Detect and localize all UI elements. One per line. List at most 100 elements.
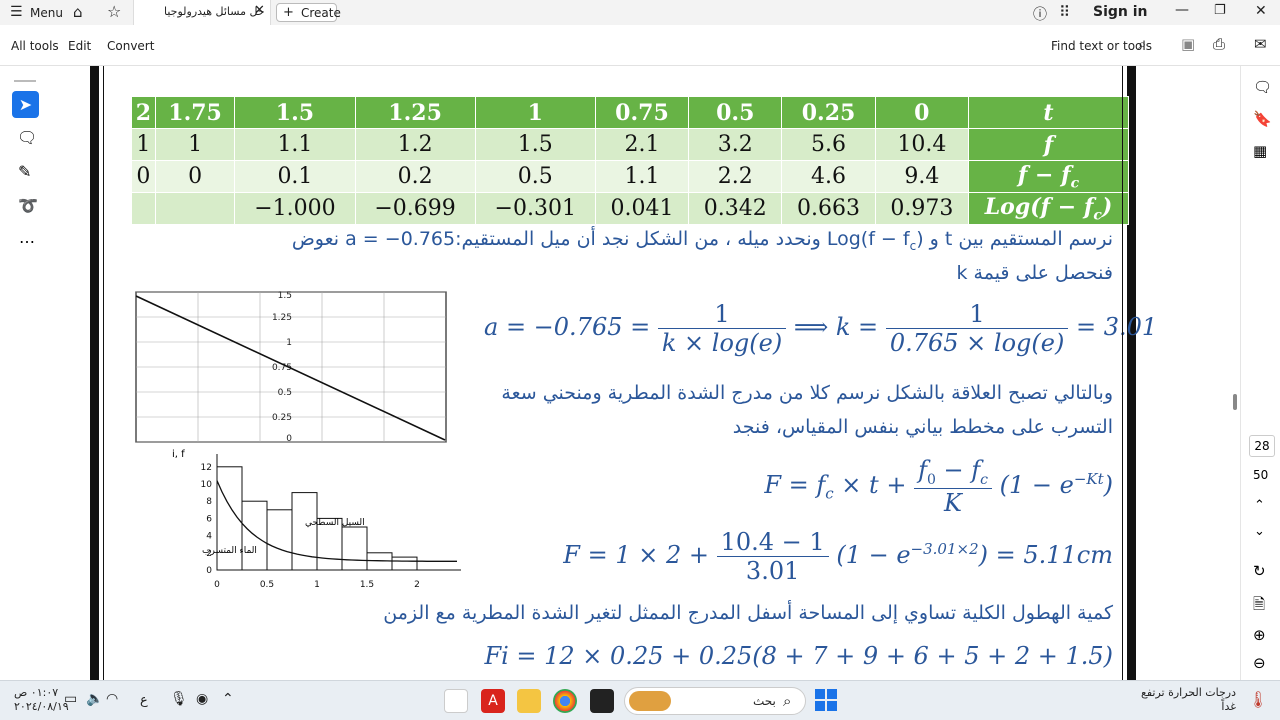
equation-total: Fi = 12 × 0.25 + 0.25(8 + 7 + 9 + 6 + 5 … <box>484 642 1113 670</box>
taskbar: ٠١:٠٧ ص ٢٠٢٤/٠٨/١٩ ▭ 🔈 ◠ ع 🎙 ◉ ⌃ A بحث ⌕… <box>0 680 1280 720</box>
y-tick-label: 0 <box>206 566 212 576</box>
y-tick-label: 1.5 <box>278 291 292 301</box>
rail-grip <box>14 80 36 82</box>
table-cell: 1.1 <box>234 128 356 161</box>
edit-menu[interactable]: Edit <box>68 39 91 53</box>
start-icon[interactable] <box>815 689 837 711</box>
x-tick-label: 0.5 <box>260 580 274 590</box>
apps-grid-icon[interactable]: ⠿ <box>1059 3 1070 21</box>
wifi-icon[interactable]: ◠ <box>106 691 118 707</box>
hamburger-icon[interactable]: ☰ <box>10 4 23 20</box>
document-tab[interactable]: حل مسائل هيدرولوجيا ✕ <box>133 0 271 25</box>
table-cell: 0.5 <box>688 96 783 129</box>
volume-icon[interactable]: 🔈 <box>86 691 103 707</box>
more-tools-icon[interactable]: … <box>19 228 35 247</box>
zoom-in-icon[interactable]: ⊕ <box>1253 626 1266 644</box>
row-header-log: Log(f − fc) <box>968 192 1129 225</box>
search-highlight-image <box>629 691 671 711</box>
tray-chevron-icon[interactable]: ⌃ <box>222 691 234 707</box>
save-icon[interactable]: ▣ <box>1181 35 1195 53</box>
maximize-icon[interactable]: ❐ <box>1214 3 1226 18</box>
create-button[interactable]: + Create <box>276 3 341 22</box>
x-tick-label: 0 <box>214 580 220 590</box>
file-explorer-icon[interactable] <box>517 689 541 713</box>
table-cell: 0.041 <box>594 192 690 225</box>
microphone-icon[interactable]: 🎙 <box>170 691 188 707</box>
minimize-icon[interactable]: — <box>1175 2 1189 18</box>
table-row: 2 1.75 1.5 1.25 1 0.75 0.5 0.25 0 t <box>131 96 1129 129</box>
convert-menu[interactable]: Convert <box>107 39 154 53</box>
paragraph-get-k: فنحصل على قيمة k <box>956 262 1113 284</box>
sign-in-link[interactable]: Sign in <box>1093 4 1148 20</box>
draw-tool-icon[interactable]: ✎ <box>18 162 31 181</box>
clock-date: ٢٠٢٤/٠٨/١٩ <box>14 700 69 713</box>
all-tools-menu[interactable]: All tools <box>11 39 59 53</box>
page-total: 50 <box>1253 468 1269 482</box>
weather-widget[interactable]: درجات الحرارة ترتفع غداً <box>1141 686 1236 714</box>
table-row: 0 0 0.1 0.2 0.5 1.1 2.2 4.6 9.4 f − fc <box>131 160 1129 193</box>
home-icon[interactable]: ⌂ <box>73 3 83 21</box>
x-tick-label: 1 <box>314 580 320 590</box>
language-indicator[interactable]: ع <box>140 693 148 708</box>
scrollbar-thumb[interactable] <box>1233 394 1237 410</box>
close-window-icon[interactable]: ✕ <box>1255 3 1267 19</box>
table-cell: 0.973 <box>874 192 970 225</box>
bookmark-icon[interactable]: 🔖 <box>1253 110 1272 128</box>
taskbar-search[interactable]: بحث ⌕ <box>624 687 806 715</box>
chrome-icon[interactable] <box>553 689 577 713</box>
paragraph-slope: نرسم المستقيم بين t و (Log(f − fc ونحدد … <box>291 228 1113 253</box>
table-cell: 0 <box>154 160 236 193</box>
table-cell: 2 <box>131 96 156 129</box>
chevron-down-icon[interactable]: ⌄ <box>1254 524 1265 539</box>
refresh-icon[interactable]: ↻ <box>1253 562 1266 580</box>
left-tool-rail: ➤ 🗨 ✎ ➰ … <box>0 66 48 680</box>
menu-label[interactable]: Menu <box>30 6 63 20</box>
clock[interactable]: ٠١:٠٧ ص ٢٠٢٤/٠٨/١٩ <box>14 686 69 714</box>
document-viewport[interactable]: 2 1.75 1.5 1.25 1 0.75 0.5 0.25 0 t 1 1 … <box>48 66 1240 680</box>
y-tick-label: 0.5 <box>278 388 292 398</box>
table-cell: 1.5 <box>234 96 356 129</box>
acrobat-icon[interactable]: A <box>481 689 505 713</box>
find-label[interactable]: Find text or tools <box>1051 39 1152 53</box>
paragraph-total: كمية الهطول الكلية تساوي إلى المساحة أسف… <box>383 602 1113 624</box>
chevron-up-icon[interactable]: ⌃ <box>1254 498 1265 513</box>
hyetograph-bar <box>391 556 418 571</box>
table-cell: 0.75 <box>594 96 690 129</box>
y-tick-label: 6 <box>206 514 212 524</box>
table-cell: 0.663 <box>781 192 876 225</box>
help-icon[interactable]: ⓘ <box>1033 4 1047 24</box>
table-cell: 1.5 <box>474 128 596 161</box>
table-cell: 1 <box>154 128 236 161</box>
paragraph-relation: وبالتالي تصبح العلاقة بالشكل نرسم كلا من… <box>501 382 1113 404</box>
search-icon[interactable]: ⌕ <box>1138 35 1146 53</box>
email-icon[interactable]: ✉ <box>1254 35 1267 53</box>
table-cell: 5.6 <box>781 128 876 161</box>
tab-title: حل مسائل هيدرولوجيا <box>164 5 265 18</box>
battery-icon[interactable]: ▭ <box>64 691 77 707</box>
page-number-input[interactable]: 28 <box>1249 435 1275 457</box>
title-bar: ☰ Menu ⌂ ☆ حل مسائل هيدرولوجيا ✕ + Creat… <box>0 0 1280 25</box>
y-tick-label: 1 <box>286 338 292 348</box>
table-cell: 0.5 <box>474 160 596 193</box>
close-tab-icon[interactable]: ✕ <box>254 3 265 18</box>
select-tool-icon[interactable]: ➤ <box>12 91 39 118</box>
runoff-label: السيل السطحي <box>305 518 365 528</box>
comments-panel-icon[interactable]: 🗨 <box>1253 78 1272 96</box>
location-icon[interactable]: ◉ <box>196 691 208 707</box>
snipping-tool-icon[interactable] <box>444 689 468 713</box>
table-cell: 1.25 <box>354 96 476 129</box>
page-icon[interactable]: 🗎 <box>1253 594 1265 619</box>
table-cell: −1.000 <box>234 192 356 225</box>
table-cell <box>154 192 236 225</box>
thumbnails-icon[interactable]: ▦ <box>1253 142 1267 160</box>
star-icon[interactable]: ☆ <box>107 2 121 21</box>
app-icon[interactable] <box>590 689 614 713</box>
comment-tool-icon[interactable]: 🗨 <box>17 128 37 147</box>
data-table: 2 1.75 1.5 1.25 1 0.75 0.5 0.25 0 t 1 1 … <box>131 96 1129 225</box>
print-icon[interactable]: ⎙ <box>1213 35 1225 53</box>
lasso-tool-icon[interactable]: ➰ <box>18 196 38 215</box>
table-cell: 0.342 <box>688 192 783 225</box>
zoom-out-icon[interactable]: ⊖ <box>1253 654 1266 672</box>
y-tick-label: 10 <box>201 480 213 490</box>
infiltration-label: الماء المتسرب <box>202 546 257 556</box>
